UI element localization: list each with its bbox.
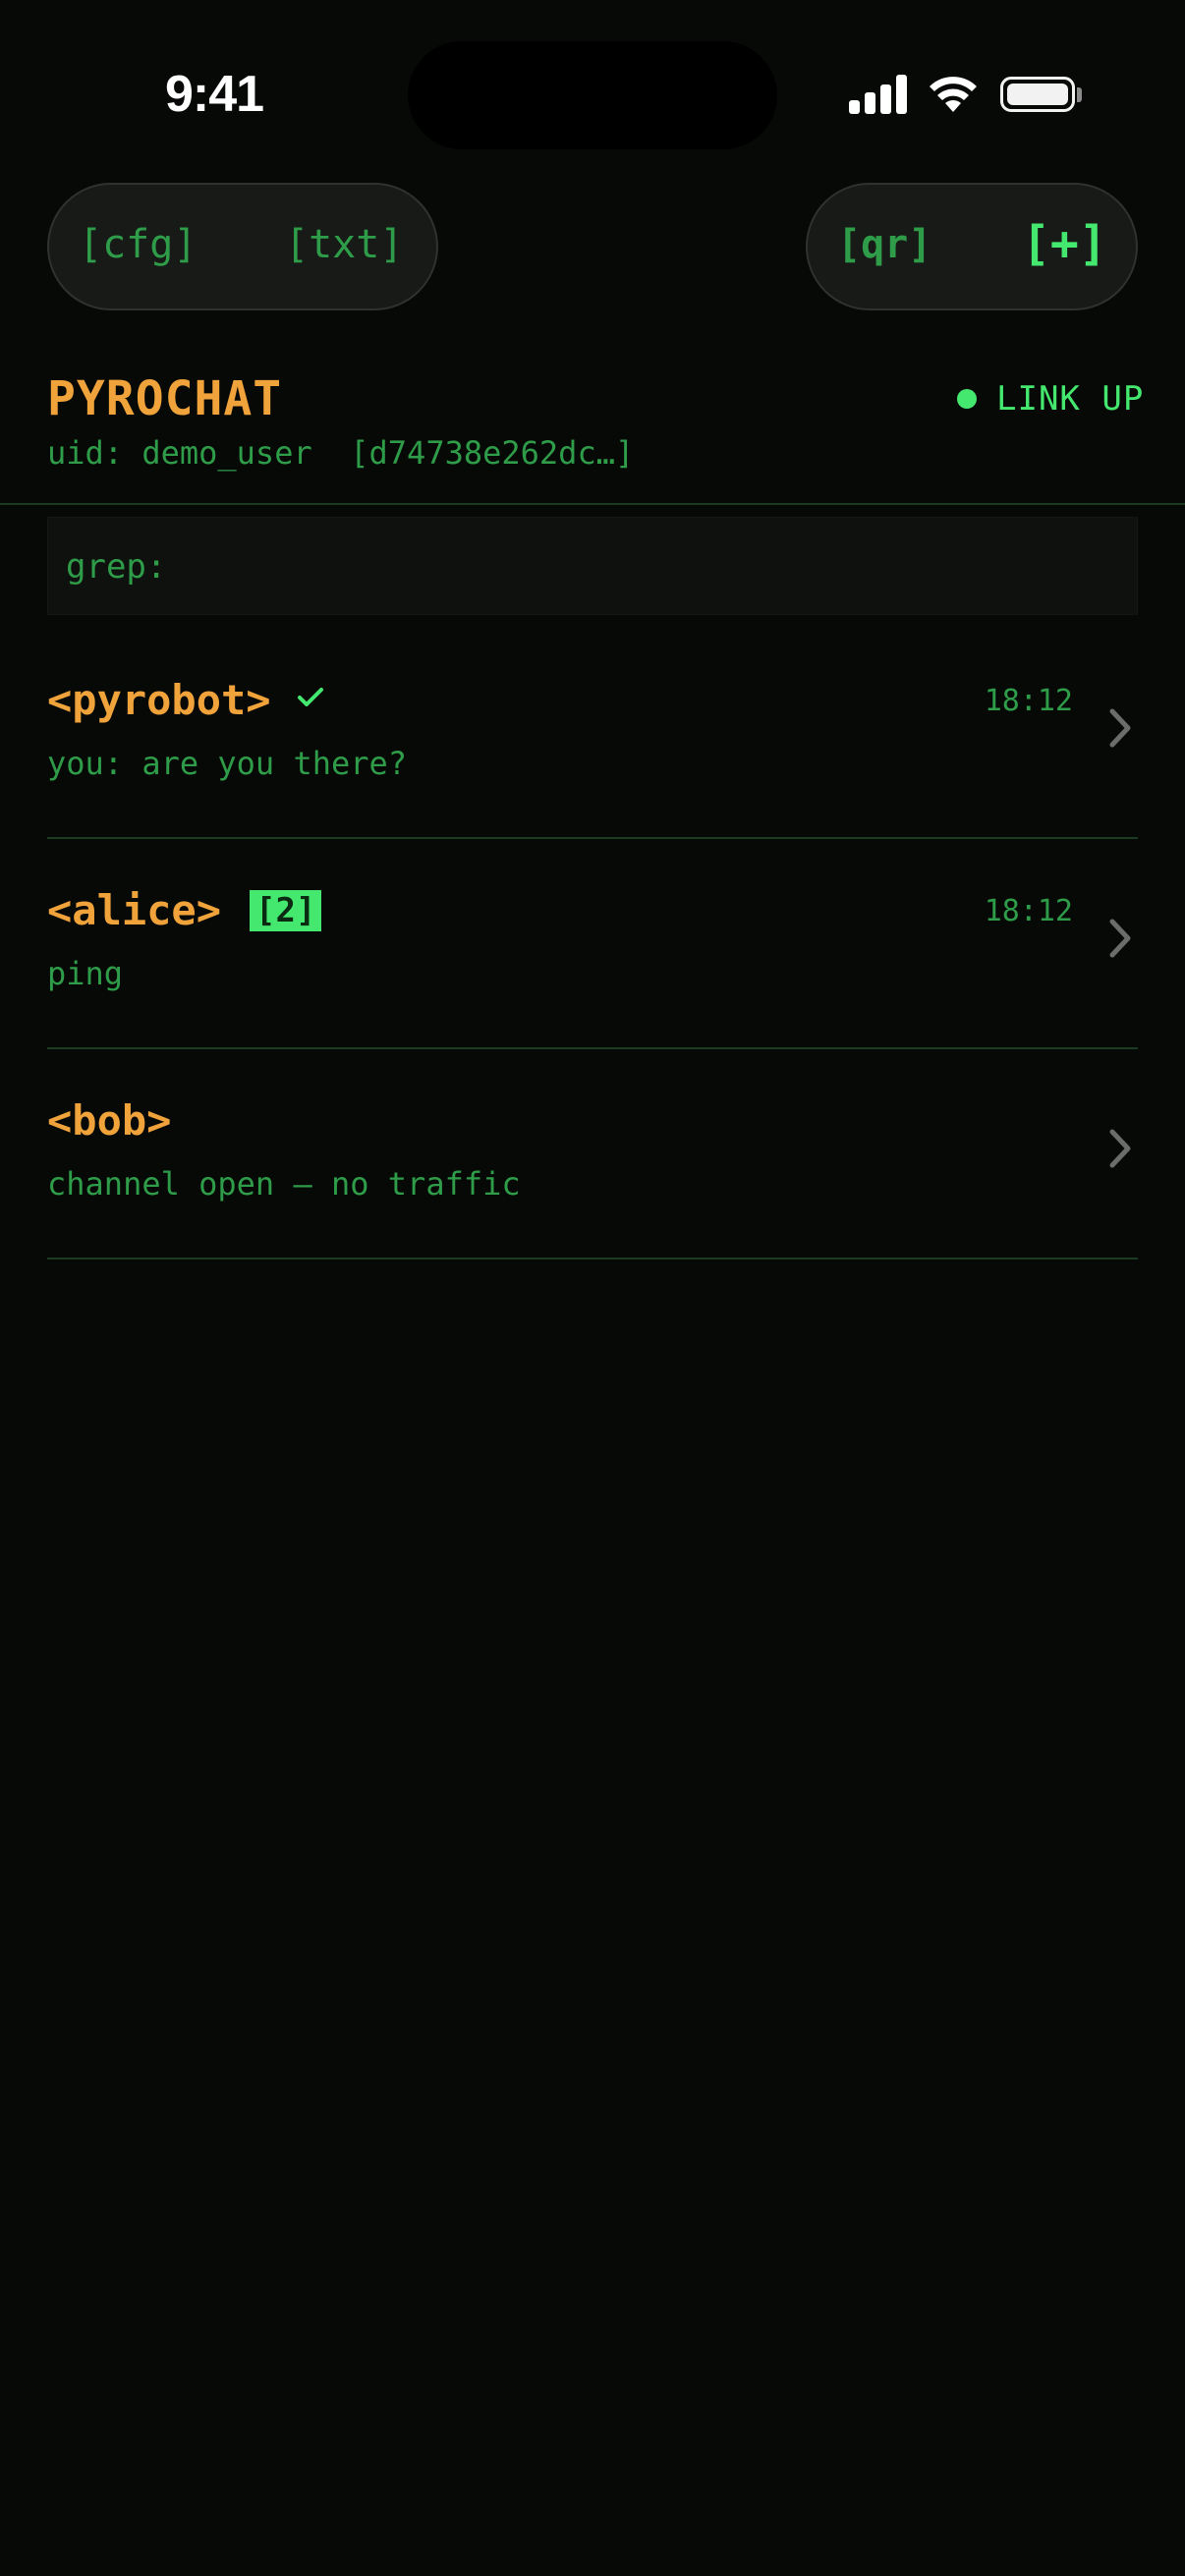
- contact-name: <alice>: [47, 886, 222, 934]
- status-time: 9:41: [165, 66, 264, 123]
- contact-name: <bob>: [47, 1096, 172, 1145]
- chevron-right-icon: [1109, 708, 1131, 748]
- qr-button[interactable]: [qr]: [837, 222, 931, 267]
- message-time: 18:12: [984, 684, 1073, 718]
- search-input[interactable]: grep:: [47, 517, 1138, 615]
- add-contact-button[interactable]: [+]: [1022, 216, 1107, 271]
- row-divider: [47, 1258, 1138, 1260]
- search-prompt: grep:: [66, 547, 167, 587]
- conversation-row-pyrobot[interactable]: <pyrobot> you: are you there? 18:12: [47, 629, 1138, 839]
- conversation-row-alice[interactable]: <alice> [2] ping 18:12: [47, 839, 1138, 1049]
- app-title: PYROCHAT: [47, 371, 283, 426]
- cfg-button[interactable]: [cfg]: [79, 222, 197, 267]
- dynamic-island: [408, 41, 777, 149]
- uid-hash: [d74738e262dc…]: [350, 434, 635, 472]
- unread-badge: [2]: [250, 890, 322, 931]
- battery-icon: [1000, 77, 1075, 112]
- user-identity: uid: demo_user [d74738e262dc…]: [47, 434, 634, 472]
- message-preview: ping: [47, 955, 124, 992]
- txt-button[interactable]: [txt]: [285, 222, 403, 267]
- connection-status: LINK UP: [996, 379, 1145, 419]
- contact-name: <pyrobot>: [47, 676, 271, 724]
- connection-dot-icon: [957, 389, 977, 409]
- wifi-icon: [930, 77, 977, 112]
- verified-check-icon: [298, 688, 323, 706]
- message-preview: channel open — no traffic: [47, 1165, 521, 1203]
- signal-icon: [849, 75, 908, 114]
- message-preview: you: are you there?: [47, 745, 408, 782]
- chevron-right-icon: [1109, 1129, 1131, 1168]
- battery-nub: [1077, 87, 1082, 102]
- chevron-right-icon: [1109, 919, 1131, 958]
- message-time: 18:12: [984, 894, 1073, 928]
- uid-label: uid: demo_user: [47, 434, 312, 472]
- conversation-row-bob[interactable]: <bob> channel open — no traffic: [47, 1049, 1138, 1260]
- header-divider: [0, 503, 1185, 505]
